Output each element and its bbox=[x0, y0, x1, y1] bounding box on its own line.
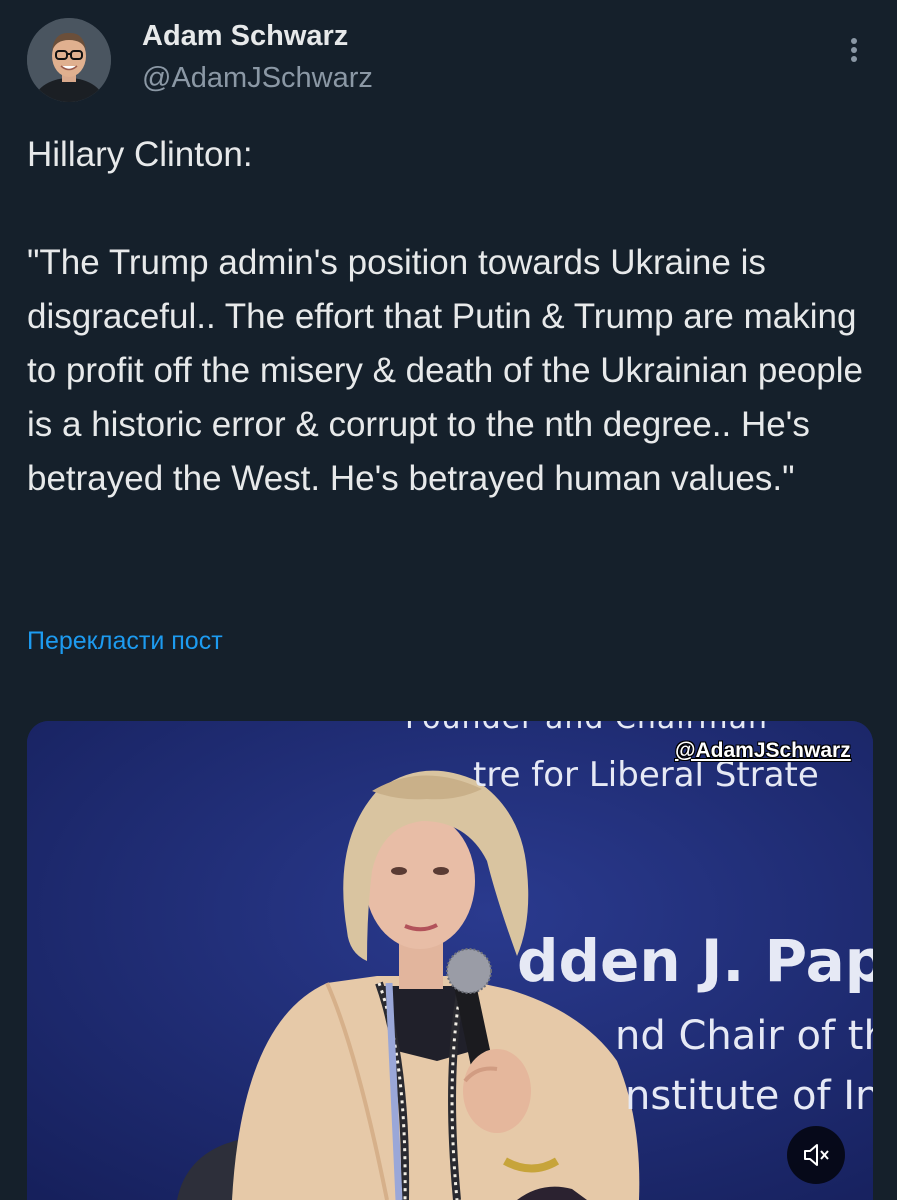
tweet-text: Hillary Clinton: "The Trump admin's posi… bbox=[27, 135, 863, 498]
avatar[interactable] bbox=[27, 18, 111, 102]
backdrop-line-3: dden J. Pap bbox=[517, 927, 873, 995]
video-watermark: @AdamJSchwarz bbox=[675, 739, 851, 762]
backdrop-line-1: Founder and Chairman bbox=[405, 721, 768, 736]
video-player[interactable]: Founder and Chairman tre for Liberal Str… bbox=[27, 721, 873, 1200]
tweet: Adam Schwarz @AdamJSchwarz Hillary Clint… bbox=[0, 0, 897, 1200]
speaker-muted-icon bbox=[804, 1144, 829, 1166]
backdrop-line-4: nd Chair of th bbox=[615, 1013, 873, 1059]
more-options-icon[interactable] bbox=[838, 30, 870, 70]
author-handle[interactable]: @AdamJSchwarz bbox=[142, 62, 373, 95]
avatar-image bbox=[27, 18, 111, 102]
backdrop-line-5: nstitute of In bbox=[625, 1073, 873, 1119]
translate-post-link[interactable]: Перекласти пост bbox=[27, 627, 223, 656]
author-display-name[interactable]: Adam Schwarz bbox=[142, 20, 348, 53]
mute-button[interactable] bbox=[787, 1126, 845, 1184]
